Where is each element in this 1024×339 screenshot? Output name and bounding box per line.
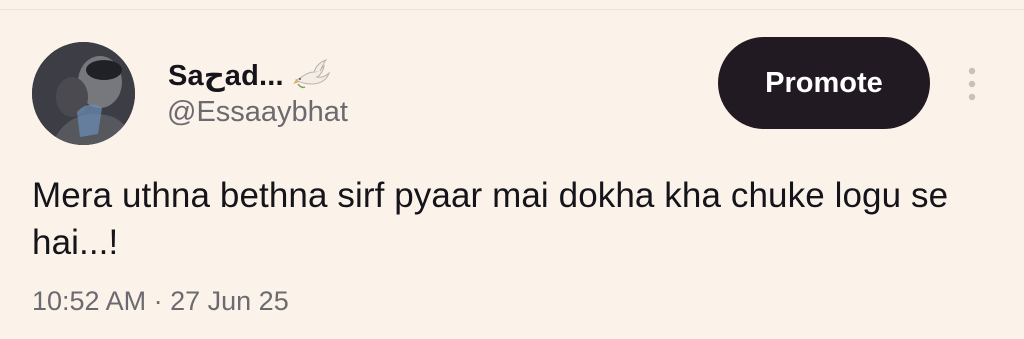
tweet-text: Mera uthna bethna sirf pyaar mai dokha k… <box>32 176 949 262</box>
promote-button[interactable]: Promote <box>718 37 930 129</box>
tweet-time: 10:52 AM <box>32 286 147 316</box>
author-display-name[interactable]: Saحad... <box>168 58 284 93</box>
avatar-photo <box>32 42 135 145</box>
author-handle[interactable]: @Essaaybhat <box>167 96 348 129</box>
top-divider <box>0 9 1024 10</box>
timestamp-separator: · <box>153 286 163 316</box>
tweet-timestamp[interactable]: 10:52 AM · 27 Jun 25 <box>32 286 289 317</box>
vertical-ellipsis-icon[interactable] <box>962 66 982 102</box>
tweet-date: 27 Jun 25 <box>170 286 289 316</box>
avatar[interactable] <box>32 42 135 145</box>
dove-icon <box>293 59 331 89</box>
